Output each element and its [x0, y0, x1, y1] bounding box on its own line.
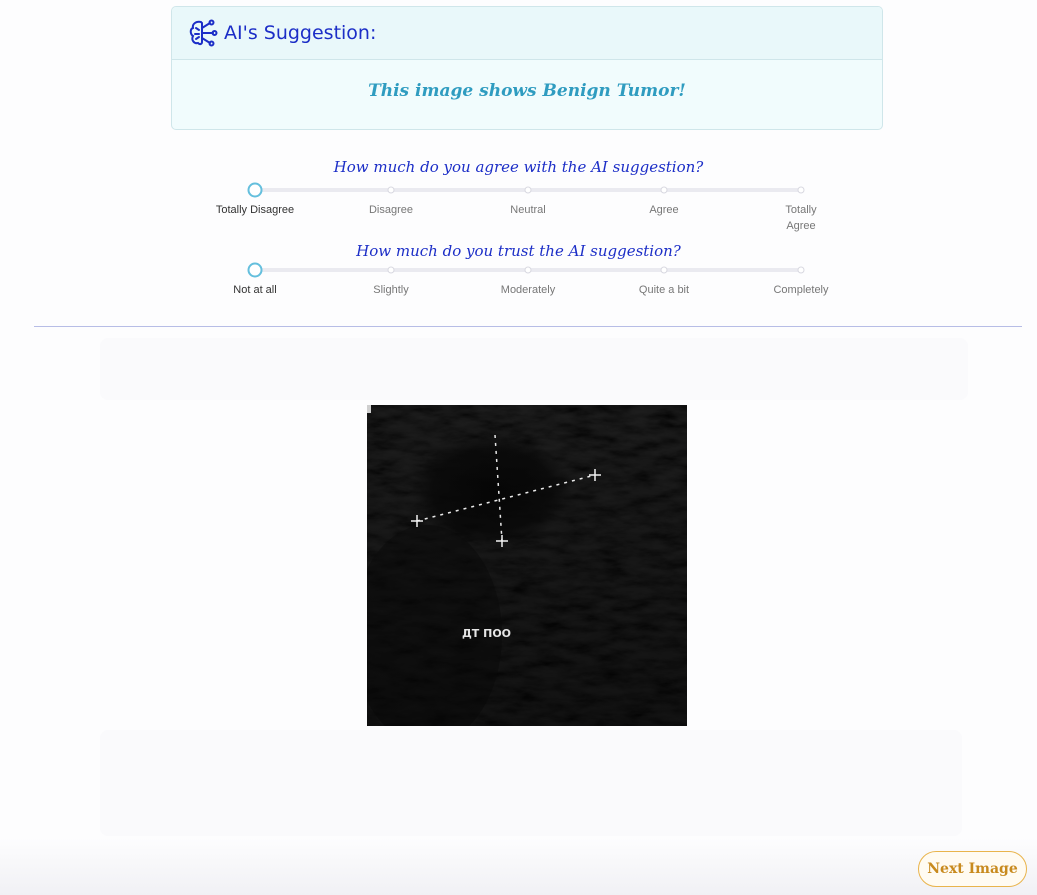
- agreement-tick[interactable]: [524, 186, 532, 194]
- trust-tick[interactable]: [387, 266, 395, 274]
- footer-bar: [0, 838, 1037, 895]
- trust-scale: Not at all Slightly Moderately Quite a b…: [0, 260, 1037, 320]
- ultrasound-image: ДТ ПОО: [367, 405, 687, 726]
- trust-tick[interactable]: [797, 266, 805, 274]
- agreement-scale: Totally Disagree Disagree Neutral Agree …: [0, 180, 1037, 240]
- trust-tick[interactable]: [660, 266, 668, 274]
- agreement-option-agree[interactable]: Agree: [609, 202, 719, 218]
- trust-slider-handle[interactable]: [247, 262, 263, 278]
- trust-option-slightly[interactable]: Slightly: [336, 282, 446, 298]
- next-image-button[interactable]: Next Image: [918, 851, 1027, 887]
- trust-tick[interactable]: [524, 266, 532, 274]
- trust-option-moderately[interactable]: Moderately: [473, 282, 583, 298]
- section-divider: [34, 326, 1022, 327]
- agreement-option-totally-agree[interactable]: Totally Agree: [771, 202, 831, 234]
- ai-result-text: This image shows Benign Tumor!: [368, 81, 686, 101]
- card-title: AI's Suggestion:: [224, 22, 377, 44]
- brain-circuit-icon: [188, 18, 218, 48]
- agreement-question: How much do you agree with the AI sugges…: [333, 158, 704, 176]
- agreement-option-disagree[interactable]: Disagree: [336, 202, 446, 218]
- empty-panel-bottom: [100, 730, 962, 836]
- trust-option-not-at-all[interactable]: Not at all: [200, 282, 310, 298]
- card-body: This image shows Benign Tumor!: [172, 60, 882, 129]
- ai-suggestion-card: AI's Suggestion: This image shows Benign…: [171, 6, 883, 130]
- image-overlay-text: ДТ ПОО: [462, 627, 511, 640]
- agreement-option-totally-disagree[interactable]: Totally Disagree: [200, 202, 310, 218]
- trust-option-quite-a-bit[interactable]: Quite a bit: [609, 282, 719, 298]
- empty-panel-top: [100, 338, 968, 400]
- agreement-tick[interactable]: [797, 186, 805, 194]
- agreement-slider-handle[interactable]: [247, 182, 263, 198]
- agreement-option-neutral[interactable]: Neutral: [473, 202, 583, 218]
- trust-question: How much do you trust the AI suggestion?: [356, 242, 681, 260]
- agreement-tick[interactable]: [660, 186, 668, 194]
- card-header: AI's Suggestion:: [172, 7, 882, 60]
- trust-option-completely[interactable]: Completely: [746, 282, 856, 298]
- agreement-tick[interactable]: [387, 186, 395, 194]
